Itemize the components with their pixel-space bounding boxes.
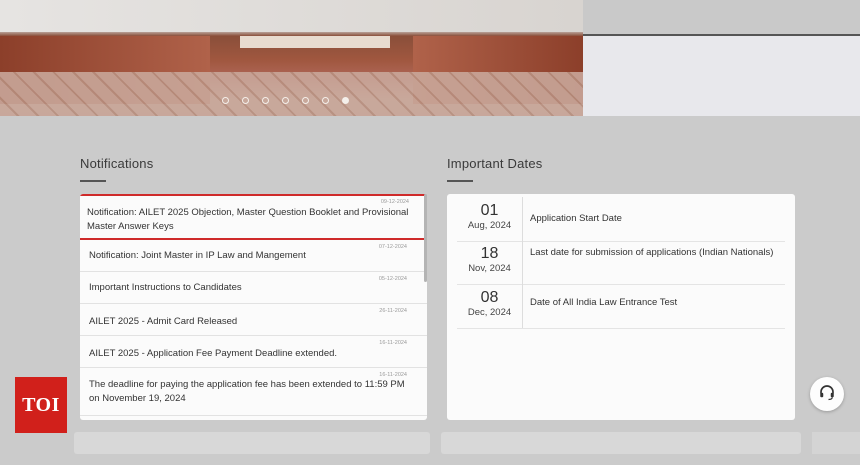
lower-card-right — [441, 432, 801, 454]
important-dates-card: 01 Aug, 2024 Application Start Date 18 N… — [447, 194, 795, 420]
notification-text: Important Instructions to Candidates — [89, 282, 242, 293]
date-box: 01 Aug, 2024 — [457, 197, 523, 241]
date-month-year: Nov, 2024 — [468, 263, 511, 274]
headset-icon — [818, 383, 836, 406]
carousel-dot[interactable] — [342, 97, 349, 104]
notifications-scrollbar[interactable] — [424, 194, 427, 282]
date-row: 01 Aug, 2024 Application Start Date — [457, 197, 785, 242]
date-description: Last date for submission of applications… — [530, 247, 774, 258]
top-right-panel — [583, 0, 860, 116]
notification-text: Notification: AILET 2025 Objection, Mast… — [87, 207, 409, 232]
notification-item[interactable]: 07-12-2024 Notification: Joint Master in… — [80, 240, 427, 272]
lower-card-left — [74, 432, 430, 454]
carousel-dot[interactable] — [242, 97, 249, 104]
date-month-year: Dec, 2024 — [467, 307, 512, 318]
notifications-title: Notifications — [80, 156, 154, 171]
date-row: 18 Nov, 2024 Last date for submission of… — [457, 240, 785, 285]
top-bar — [583, 0, 860, 36]
notification-date: 16-11-2024 — [379, 372, 407, 378]
notification-date: 05-12-2024 — [378, 276, 407, 282]
hero-floor — [0, 72, 583, 116]
notification-item[interactable]: 16-11-2024 AILET 2025 - Application Fee … — [80, 336, 427, 368]
date-box: 08 Dec, 2024 — [457, 284, 523, 328]
important-dates-title: Important Dates — [447, 156, 543, 171]
lower-card-edge — [812, 432, 860, 454]
carousel-dot[interactable] — [222, 97, 229, 104]
hero-sky — [0, 0, 583, 32]
date-day: 18 — [480, 245, 499, 262]
notification-text: AILET 2025 - Application Fee Payment Dea… — [89, 348, 338, 359]
date-description: Date of All India Law Entrance Test — [530, 297, 678, 308]
important-dates-underline — [447, 180, 473, 182]
carousel-dot[interactable] — [282, 97, 289, 104]
notification-date: 16-11-2024 — [379, 340, 407, 346]
carousel-dot[interactable] — [322, 97, 329, 104]
notification-date: 09-12-2024 — [380, 199, 409, 205]
notification-text: The deadline for paying the application … — [89, 379, 405, 404]
carousel-dot[interactable] — [302, 97, 309, 104]
date-row: 08 Dec, 2024 Date of All India Law Entra… — [457, 284, 785, 329]
notifications-card: 09-12-2024 Notification: AILET 2025 Obje… — [80, 194, 427, 420]
hero-carousel-image — [0, 0, 583, 116]
notification-item[interactable]: 26-11-2024 AILET 2025 - Admit Card Relea… — [80, 304, 427, 336]
notification-text: AILET 2025 - Admit Card Released — [89, 316, 238, 327]
toi-logo: TOI — [15, 377, 67, 433]
date-box: 18 Nov, 2024 — [457, 240, 523, 284]
notification-item[interactable]: 05-12-2024 Important Instructions to Can… — [80, 272, 427, 304]
date-day: 08 — [480, 289, 499, 306]
notification-item[interactable]: 16-11-2024 The deadline for paying the a… — [80, 368, 427, 416]
notification-date: 26-11-2024 — [379, 308, 407, 314]
notification-text: Notification: Joint Master in IP Law and… — [89, 250, 306, 261]
notification-item[interactable]: 09-12-2024 Notification: AILET 2025 Obje… — [80, 194, 427, 240]
carousel-dot[interactable] — [262, 97, 269, 104]
date-month-year: Aug, 2024 — [467, 220, 512, 231]
notification-date: 07-12-2024 — [378, 244, 407, 250]
side-panel — [583, 36, 860, 116]
support-button[interactable] — [810, 377, 844, 411]
notifications-underline — [80, 180, 106, 182]
date-description: Application Start Date — [530, 213, 622, 224]
hero-building — [240, 36, 390, 48]
carousel-dots — [222, 97, 349, 104]
date-day: 01 — [480, 202, 499, 219]
